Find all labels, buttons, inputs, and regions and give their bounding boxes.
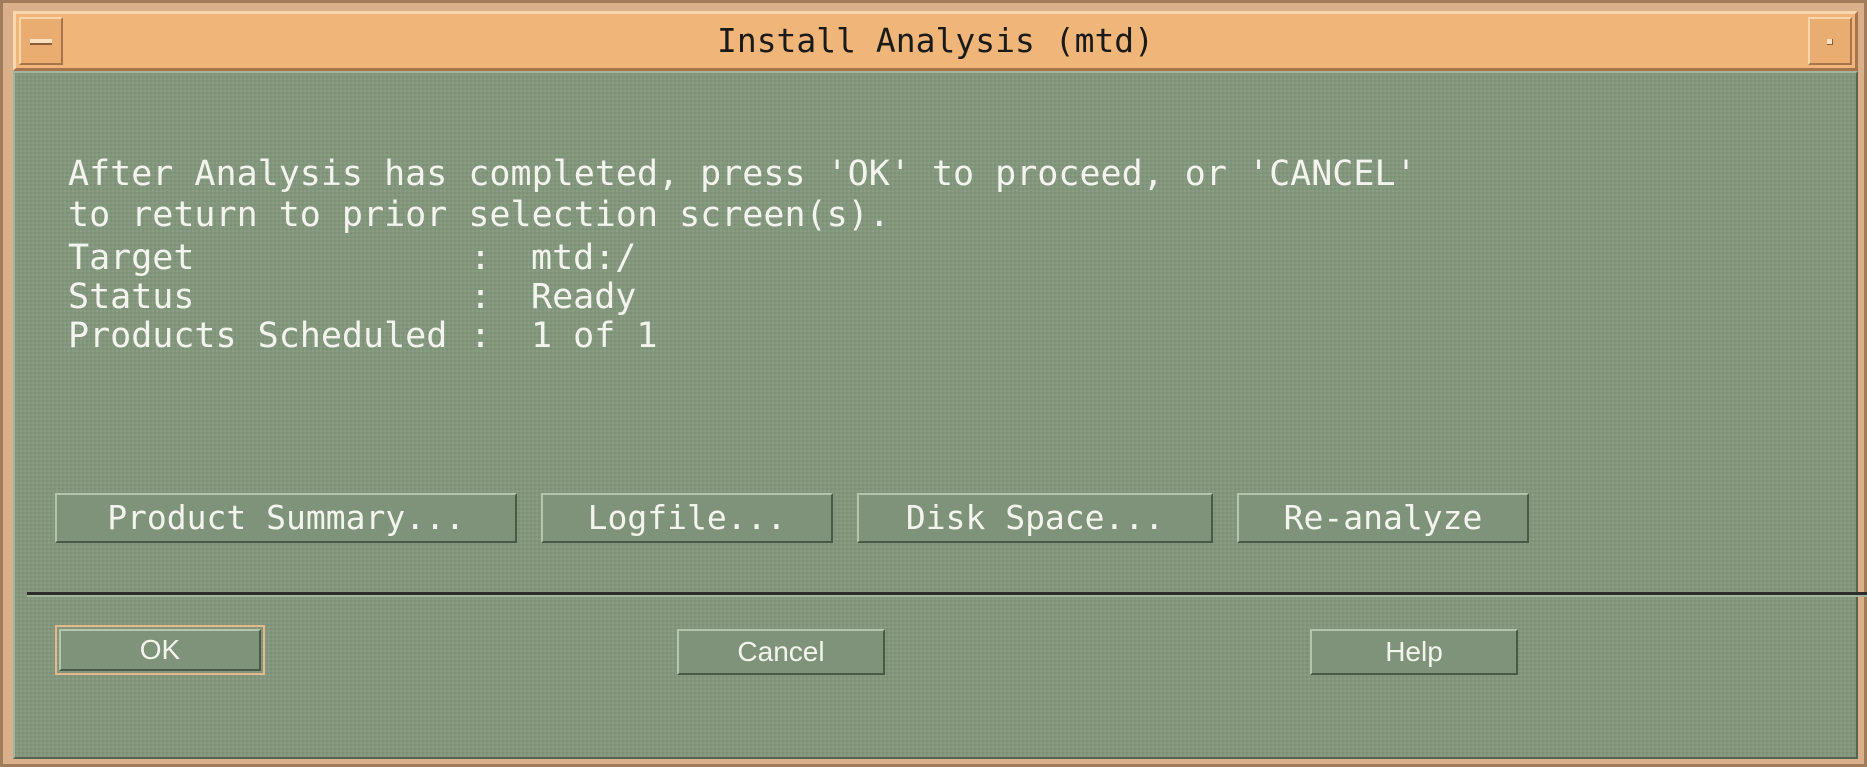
maximize-icon: [1827, 39, 1833, 45]
logfile-button[interactable]: Logfile...: [541, 493, 833, 543]
products-scheduled-label: Products Scheduled: [68, 316, 448, 356]
maximize-button[interactable]: [1808, 17, 1852, 65]
dialog-body: After Analysis has completed, press 'OK'…: [13, 71, 1867, 759]
status-value: Ready: [531, 277, 637, 317]
products-scheduled-value: 1 of 1: [531, 316, 658, 356]
target-value: mtd:/: [531, 238, 637, 278]
window-menu-icon: [30, 39, 52, 45]
info-row-products-scheduled: Products Scheduled : 1 of 1: [68, 317, 657, 355]
title-bar[interactable]: Install Analysis (mtd): [13, 11, 1858, 71]
target-label: Target: [68, 238, 195, 278]
instruction-text: After Analysis has completed, press 'OK'…: [68, 154, 1417, 236]
product-summary-button[interactable]: Product Summary...: [55, 493, 517, 543]
cancel-button[interactable]: Cancel: [677, 629, 885, 675]
window-menu-button[interactable]: [19, 17, 63, 65]
status-separator: :: [470, 277, 492, 317]
info-row-target: Target : mtd:/: [68, 238, 636, 278]
products-scheduled-separator: :: [470, 316, 492, 356]
install-analysis-dialog: Install Analysis (mtd) After Analysis ha…: [0, 0, 1867, 767]
status-label: Status: [68, 277, 195, 317]
disk-space-button[interactable]: Disk Space...: [857, 493, 1213, 543]
target-separator: :: [470, 238, 492, 278]
button-area-separator: [27, 592, 1867, 597]
info-row-status: Status : Ready: [68, 277, 636, 317]
window-title: Install Analysis (mtd): [716, 21, 1155, 60]
help-button[interactable]: Help: [1310, 629, 1518, 675]
instruction-line-2: to return to prior selection screen(s).: [68, 195, 890, 235]
reanalyze-button[interactable]: Re-analyze: [1237, 493, 1529, 543]
ok-button[interactable]: OK: [59, 629, 261, 671]
instruction-line-1: After Analysis has completed, press 'OK'…: [68, 154, 1417, 194]
